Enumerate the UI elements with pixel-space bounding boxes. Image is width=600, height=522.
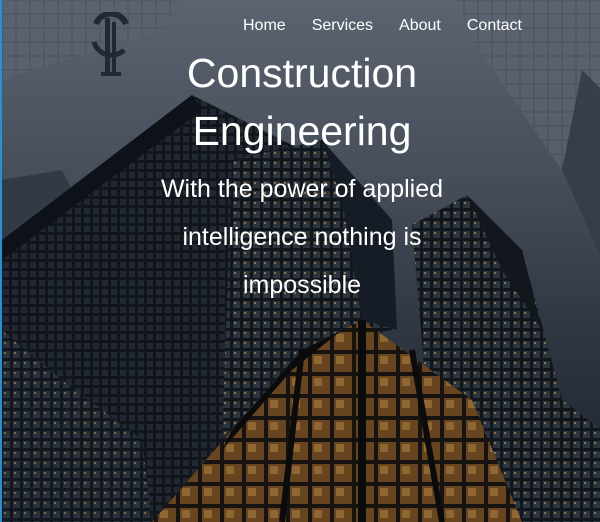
nav-home-link[interactable]: Home bbox=[243, 16, 286, 36]
hero-title-line1: Construction bbox=[186, 50, 418, 96]
hero-title: Construction Engineering bbox=[2, 44, 600, 160]
nav-about-link[interactable]: About bbox=[399, 16, 441, 36]
nav-contact-link[interactable]: Contact bbox=[467, 16, 522, 36]
hero-section: Home Services About Contact Construction… bbox=[0, 0, 600, 522]
main-nav: Home Services About Contact bbox=[243, 16, 522, 36]
hero-title-line2: Engineering bbox=[192, 108, 412, 154]
nav-services-link[interactable]: Services bbox=[312, 16, 373, 36]
hero-tagline: With the power of applied intelligence n… bbox=[160, 175, 444, 299]
